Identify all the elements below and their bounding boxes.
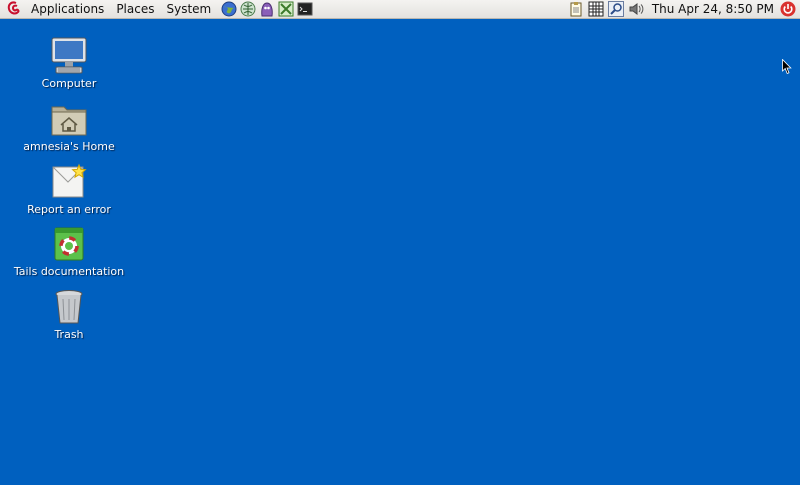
desktop-icon-label: Trash	[54, 328, 84, 341]
report-error-icon	[49, 162, 89, 202]
network-icon[interactable]	[240, 1, 256, 17]
applications-menu[interactable]: Applications	[25, 0, 110, 19]
home-folder-icon	[49, 99, 89, 139]
shutdown-icon[interactable]	[780, 1, 796, 17]
keyboard-icon[interactable]	[588, 1, 604, 17]
desktop-icon-label: Report an error	[27, 203, 111, 216]
mouse-pointer-icon	[782, 58, 792, 75]
desktop-icon-report-error[interactable]: Report an error	[4, 162, 134, 216]
places-menu[interactable]: Places	[110, 0, 160, 19]
system-menu[interactable]: System	[160, 0, 217, 19]
vidalia-icon[interactable]	[278, 1, 294, 17]
desktop-icon-home[interactable]: amnesia's Home	[4, 99, 134, 153]
desktop[interactable]: Computer amnesia's Home Report an error	[0, 19, 800, 485]
terminal-icon[interactable]	[297, 1, 313, 17]
desktop-icon-computer[interactable]: Computer	[4, 36, 134, 90]
clock[interactable]: Thu Apr 24, 8:50 PM	[646, 2, 780, 16]
desktop-icon-label: Tails documentation	[13, 265, 125, 278]
top-panel: Applications Places System Thu Apr 24, 8…	[0, 0, 800, 19]
desktop-icon-label: Computer	[41, 77, 97, 90]
volume-icon[interactable]	[628, 1, 644, 17]
documentation-icon	[49, 224, 89, 264]
desktop-icon-trash[interactable]: Trash	[4, 287, 134, 341]
system-tray	[566, 1, 646, 17]
desktop-icon-label: amnesia's Home	[23, 140, 115, 153]
search-icon[interactable]	[607, 1, 624, 17]
pidgin-icon[interactable]	[259, 1, 275, 17]
clipboard-icon[interactable]	[568, 1, 584, 17]
debian-logo-icon[interactable]	[5, 0, 23, 18]
web-browser-icon[interactable]	[221, 1, 237, 17]
trash-icon	[49, 287, 89, 327]
panel-launchers	[219, 1, 314, 17]
desktop-icon-tails-documentation[interactable]: Tails documentation	[4, 224, 134, 278]
computer-icon	[49, 36, 89, 76]
